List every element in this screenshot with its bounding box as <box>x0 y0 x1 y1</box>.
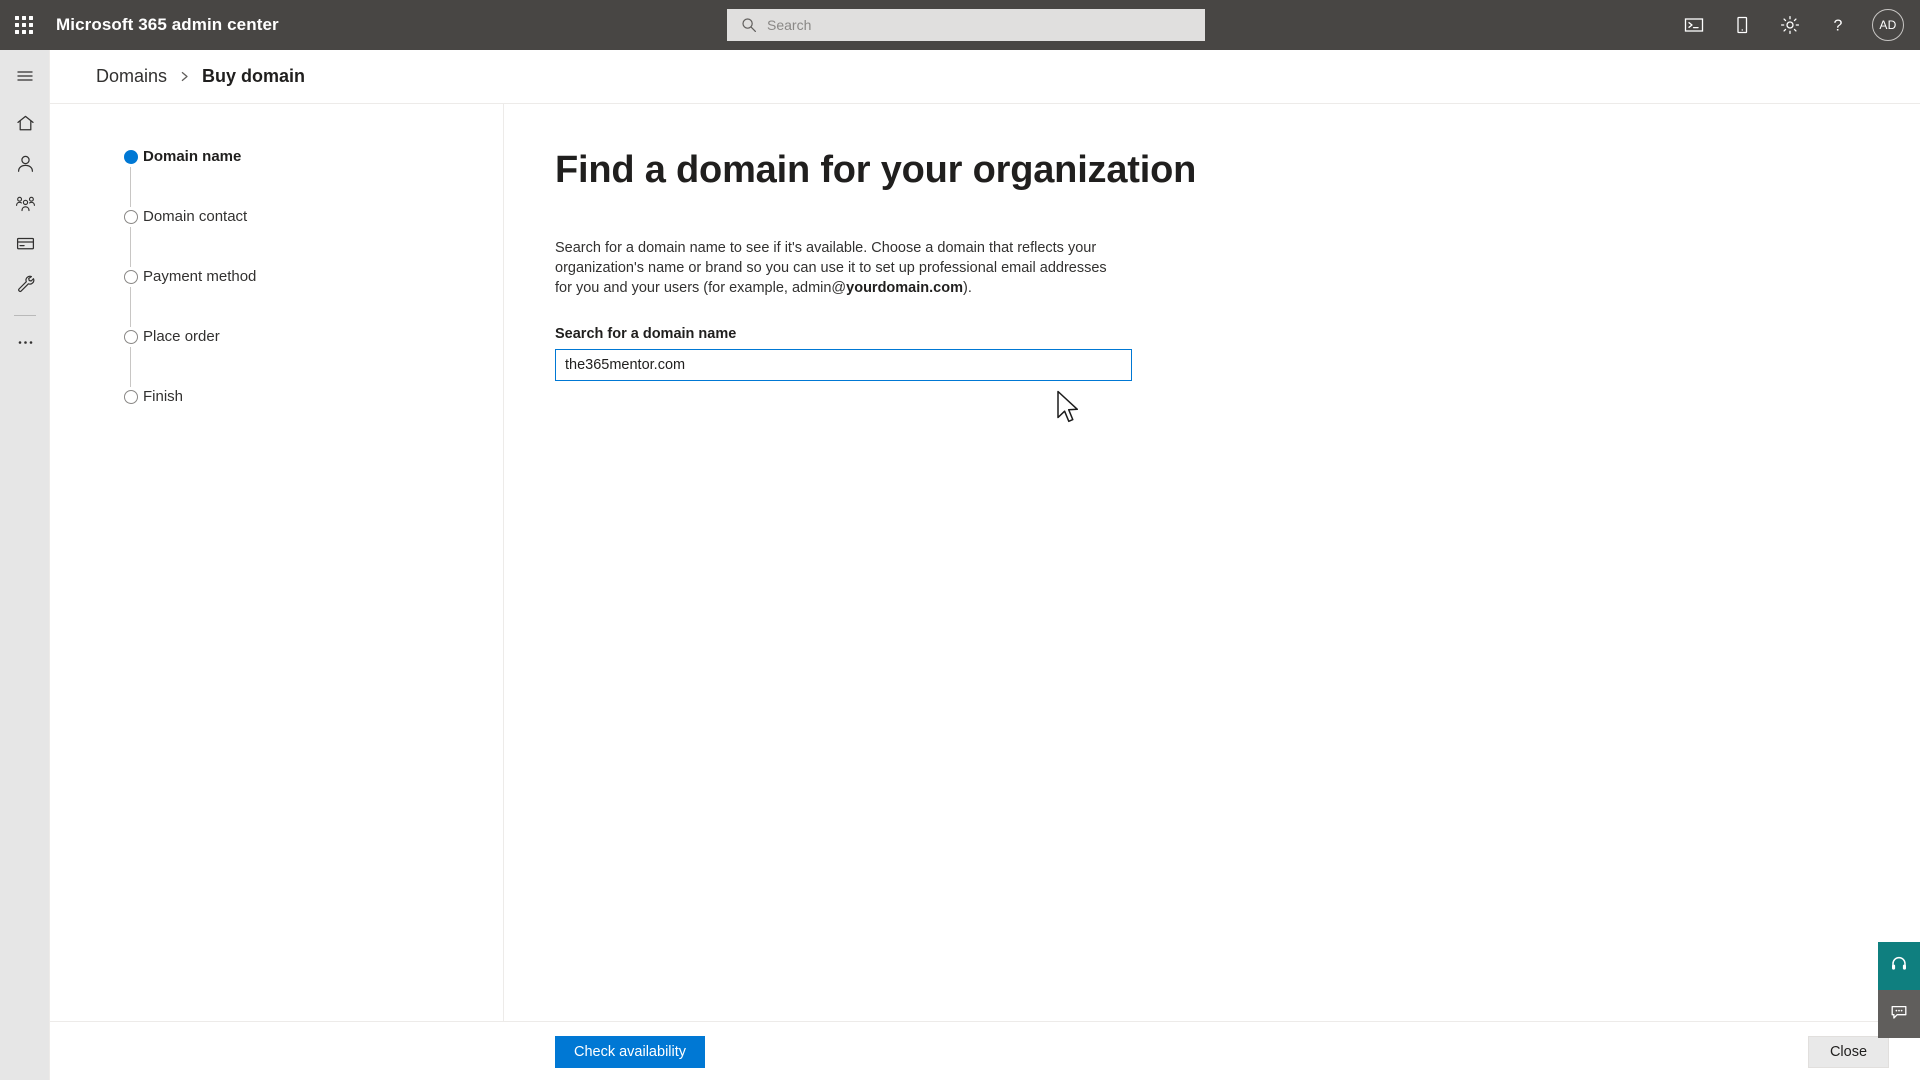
domain-search-field-block: Search for a domain name <box>555 326 1920 381</box>
page-description-example-domain: yourdomain.com <box>846 280 963 296</box>
wizard-step-label: Domain name <box>143 148 242 165</box>
users-icon <box>15 153 36 179</box>
wizard-step-payment-method[interactable]: Payment method <box>124 268 503 328</box>
wizard-step-place-order[interactable]: Place order <box>124 328 503 388</box>
teams-groups-icon <box>15 193 36 219</box>
sidebar-item-show-all[interactable] <box>0 325 50 365</box>
svg-text:?: ? <box>1834 18 1843 35</box>
breadcrumb-current: Buy domain <box>202 66 306 86</box>
suite-header-bar: Microsoft 365 admin center Search ? AD <box>0 0 1920 50</box>
chevron-right-icon <box>178 70 191 83</box>
billing-icon <box>15 233 36 259</box>
breadcrumb: Domains Buy domain <box>50 50 1920 104</box>
wizard-step-label: Domain contact <box>143 208 248 225</box>
rail-spacer-1 <box>0 98 49 106</box>
mobile-device-icon[interactable] <box>1718 0 1766 50</box>
sidebar-item-home[interactable] <box>0 106 50 146</box>
home-icon <box>15 113 36 139</box>
step-connector <box>130 227 132 267</box>
step-marker-pending-icon <box>124 390 138 404</box>
more-ellipsis-icon <box>15 332 36 358</box>
wizard-progress-panel: Domain name Domain contact Payment metho… <box>50 104 504 1021</box>
sidebar-item-users[interactable] <box>0 146 50 186</box>
page-description: Search for a domain name to see if it's … <box>555 238 1127 298</box>
check-availability-button[interactable]: Check availability <box>555 1036 705 1068</box>
gear-icon[interactable] <box>1766 0 1814 50</box>
waffle-icon <box>15 16 33 34</box>
domain-search-label: Search for a domain name <box>555 326 737 342</box>
feedback-button[interactable] <box>1878 990 1920 1038</box>
step-connector <box>130 287 132 327</box>
rail-divider <box>13 315 36 316</box>
avatar: AD <box>1872 9 1904 41</box>
hamburger-menu-icon <box>15 66 35 91</box>
breadcrumb-parent-link[interactable]: Domains <box>96 66 167 87</box>
wizard-step-domain-name[interactable]: Domain name <box>124 148 503 208</box>
wizard-step-finish[interactable]: Finish <box>124 388 503 414</box>
main-content-panel: Find a domain for your organization Sear… <box>505 104 1920 1021</box>
domain-search-input[interactable] <box>555 349 1132 381</box>
suite-actions: ? AD <box>1670 0 1914 50</box>
setup-wrench-icon <box>15 273 36 299</box>
wizard-step-domain-contact[interactable]: Domain contact <box>124 208 503 268</box>
step-marker-active-icon <box>124 150 138 164</box>
sidebar-item-teams-groups[interactable] <box>0 186 50 226</box>
headset-icon <box>1889 954 1909 979</box>
console-icon[interactable] <box>1670 0 1718 50</box>
sidebar-item-menu-toggle[interactable] <box>0 58 50 98</box>
feedback-chat-icon <box>1889 1002 1909 1027</box>
page-description-part1: Search for a domain name to see if it's … <box>555 240 1107 296</box>
sidebar-item-setup[interactable] <box>0 266 50 306</box>
suite-title: Microsoft 365 admin center <box>56 15 279 34</box>
step-marker-pending-icon <box>124 330 138 344</box>
page-description-part2: ). <box>962 280 972 296</box>
wizard-step-label: Payment method <box>143 268 257 285</box>
floating-widget-stack <box>1878 942 1920 1038</box>
account-manager-button[interactable]: AD <box>1862 0 1914 50</box>
search-input[interactable] <box>727 9 1205 41</box>
help-icon[interactable]: ? <box>1814 0 1862 50</box>
step-connector <box>130 347 132 387</box>
page-title: Find a domain for your organization <box>555 149 1197 191</box>
wizard-step-label: Finish <box>143 388 184 405</box>
step-connector <box>130 167 132 207</box>
support-button[interactable] <box>1878 942 1920 990</box>
close-button[interactable]: Close <box>1808 1036 1889 1068</box>
rail-spacer-top <box>0 50 49 58</box>
left-nav-rail <box>0 50 50 1080</box>
footer-action-bar: Check availability Close <box>50 1021 1920 1080</box>
sidebar-item-billing[interactable] <box>0 226 50 266</box>
step-marker-pending-icon <box>124 210 138 224</box>
app-launcher-button[interactable] <box>0 0 48 50</box>
step-marker-pending-icon <box>124 270 138 284</box>
wizard-step-list: Domain name Domain contact Payment metho… <box>50 148 503 414</box>
global-search[interactable] <box>727 9 1205 41</box>
wizard-step-label: Place order <box>143 328 220 345</box>
